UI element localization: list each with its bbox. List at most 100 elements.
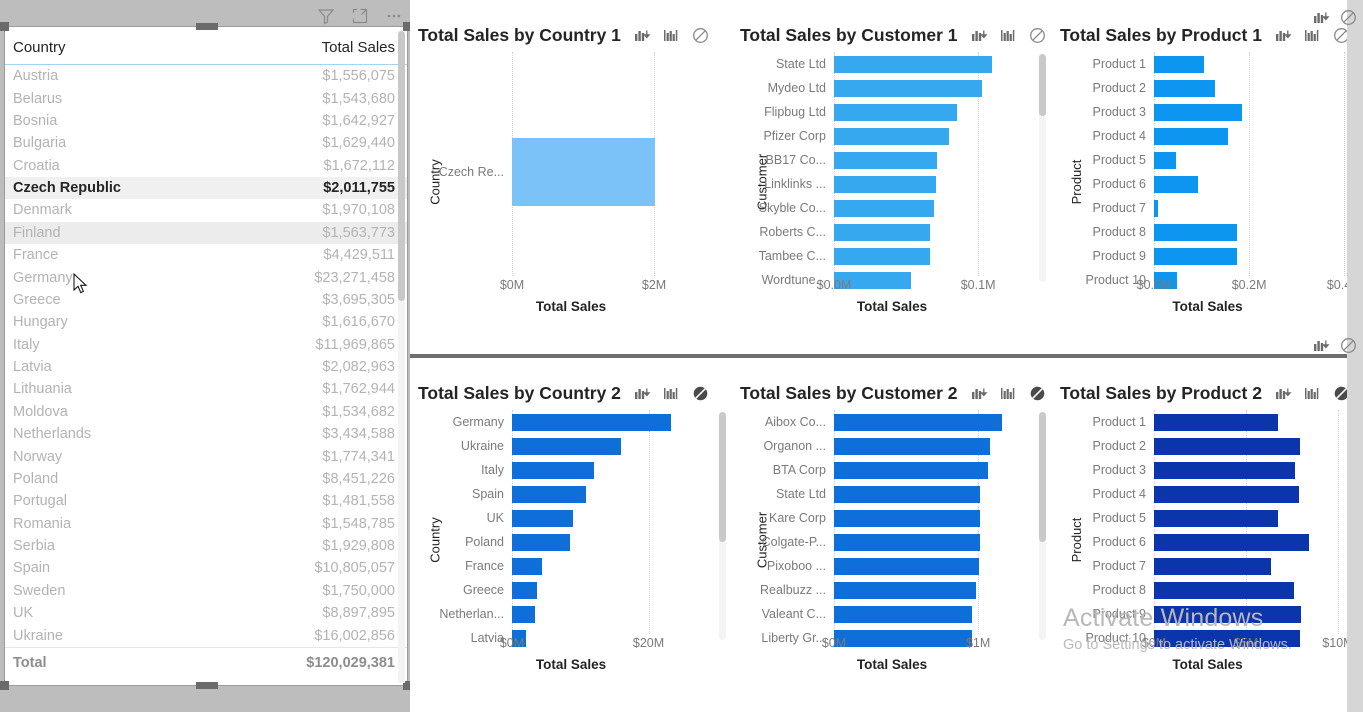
bar-row[interactable]: Product 3 bbox=[1052, 458, 1347, 482]
bar[interactable] bbox=[834, 437, 991, 455]
table-row[interactable]: Finland $1,563,773 bbox=[5, 221, 407, 244]
chart-product2[interactable]: Total Sales by Product 2 Product Product 1… bbox=[1052, 358, 1363, 712]
bar[interactable] bbox=[834, 461, 989, 479]
bar[interactable] bbox=[834, 509, 980, 527]
bar-row[interactable]: Greece bbox=[410, 578, 716, 602]
table-row[interactable]: Bosnia $1,642,927 bbox=[5, 110, 407, 132]
table-row[interactable]: Sweden $1,750,000 bbox=[5, 580, 407, 602]
expand-all-icon[interactable] bbox=[999, 384, 1018, 403]
bar-row[interactable]: Product 8 bbox=[1052, 578, 1347, 602]
chart-country1[interactable]: Total Sales by Country 1 Country Czech Re.… bbox=[410, 0, 732, 354]
bar[interactable] bbox=[834, 605, 972, 623]
table-row[interactable]: Poland $8,451,226 bbox=[5, 468, 407, 490]
drill-down-icon[interactable] bbox=[1312, 336, 1331, 355]
expand-all-icon[interactable] bbox=[999, 26, 1018, 45]
bar-row[interactable]: Mydeo Ltd bbox=[732, 76, 1036, 100]
bar[interactable] bbox=[1154, 175, 1199, 193]
bar[interactable] bbox=[834, 79, 982, 97]
bar[interactable] bbox=[834, 199, 935, 217]
drill-down-icon[interactable] bbox=[1274, 384, 1293, 403]
table-row[interactable]: Denmark $1,970,108 bbox=[5, 199, 407, 221]
bar[interactable] bbox=[834, 247, 930, 265]
expand-all-icon[interactable] bbox=[1303, 384, 1322, 403]
bar-row[interactable]: Ukraine bbox=[410, 434, 716, 458]
bar-row[interactable]: Organon ... bbox=[732, 434, 1036, 458]
bar[interactable] bbox=[512, 557, 543, 575]
table-row[interactable]: Bulgaria $1,629,440 bbox=[5, 132, 407, 154]
bar[interactable] bbox=[834, 55, 992, 73]
table-row[interactable]: Moldova $1,534,682 bbox=[5, 401, 407, 423]
table-row[interactable]: Greece $3,695,305 bbox=[5, 289, 407, 311]
expand-all-icon[interactable] bbox=[662, 26, 681, 45]
clear-drill-icon[interactable] bbox=[1028, 384, 1047, 403]
table-row[interactable]: Latvia $2,082,963 bbox=[5, 356, 407, 378]
table-row[interactable]: Italy $11,969,865 bbox=[5, 334, 407, 356]
table-row[interactable]: Netherlands $3,434,588 bbox=[5, 423, 407, 445]
drill-down-icon[interactable] bbox=[1274, 26, 1293, 45]
table-vertical-scrollbar[interactable] bbox=[398, 31, 405, 683]
expand-all-icon[interactable] bbox=[662, 384, 681, 403]
bar-row[interactable]: Product 2 bbox=[1052, 76, 1347, 100]
bar[interactable] bbox=[834, 581, 976, 599]
bar-row[interactable]: Product 3 bbox=[1052, 100, 1347, 124]
chart-customer2[interactable]: Total Sales by Customer 2 Customer Aibox C… bbox=[732, 358, 1052, 712]
bar[interactable] bbox=[1154, 509, 1279, 527]
table-row[interactable]: UK $8,897,895 bbox=[5, 602, 407, 624]
bar[interactable] bbox=[1154, 413, 1279, 431]
clear-drill-icon[interactable] bbox=[1339, 336, 1358, 355]
bar[interactable] bbox=[834, 557, 979, 575]
bar-row[interactable]: Product 2 bbox=[1052, 434, 1347, 458]
scrollbar-thumb[interactable] bbox=[719, 412, 726, 542]
bar-row[interactable]: Linklinks ... bbox=[732, 172, 1036, 196]
focus-mode-icon[interactable] bbox=[350, 6, 370, 26]
bar-row[interactable]: Roberts C... bbox=[732, 220, 1036, 244]
bar[interactable] bbox=[1154, 461, 1295, 479]
bar[interactable] bbox=[1154, 581, 1294, 599]
bar[interactable] bbox=[834, 413, 1002, 431]
scrollbar-thumb[interactable] bbox=[398, 31, 405, 301]
bar-row[interactable]: Product 4 bbox=[1052, 124, 1347, 148]
bar[interactable] bbox=[512, 581, 538, 599]
bar-row[interactable]: Tambee C... bbox=[732, 244, 1036, 268]
more-options-icon[interactable] bbox=[384, 6, 404, 26]
bar[interactable] bbox=[512, 533, 570, 551]
bar-row[interactable]: Product 6 bbox=[1052, 530, 1347, 554]
scrollbar-thumb[interactable] bbox=[1039, 412, 1046, 542]
bar-row[interactable]: Product 8 bbox=[1052, 220, 1347, 244]
resize-handle-top-middle[interactable] bbox=[196, 23, 218, 30]
column-header-country[interactable]: Country bbox=[5, 27, 220, 65]
chart-vertical-scrollbar[interactable] bbox=[1039, 54, 1046, 282]
table-row[interactable]: Austria $1,556,075 bbox=[5, 65, 407, 88]
resize-handle-bottom-left[interactable] bbox=[0, 681, 9, 690]
table-row[interactable]: Hungary $1,616,670 bbox=[5, 311, 407, 333]
table-row[interactable]: Belarus $1,543,680 bbox=[5, 87, 407, 109]
bar[interactable] bbox=[512, 605, 536, 623]
bar[interactable] bbox=[1154, 151, 1177, 169]
bar-row[interactable]: State Ltd bbox=[732, 482, 1036, 506]
column-header-total-sales[interactable]: Total Sales bbox=[219, 27, 407, 65]
bar[interactable] bbox=[834, 127, 949, 145]
bar-row[interactable]: Product 5 bbox=[1052, 148, 1347, 172]
bar[interactable] bbox=[834, 175, 936, 193]
bar-row[interactable]: Pfizer Corp bbox=[732, 124, 1036, 148]
bar[interactable] bbox=[1154, 485, 1300, 503]
bar-row[interactable]: Kare Corp bbox=[732, 506, 1036, 530]
bar-row[interactable]: Skyble Co... bbox=[732, 196, 1036, 220]
bar-row[interactable]: Product 1 bbox=[1052, 52, 1347, 76]
expand-all-icon[interactable] bbox=[1303, 26, 1322, 45]
drill-down-icon[interactable] bbox=[970, 26, 989, 45]
bar-row[interactable]: Colgate-P... bbox=[732, 530, 1036, 554]
bar[interactable] bbox=[1154, 437, 1301, 455]
bar-row[interactable]: Realbuzz ... bbox=[732, 578, 1036, 602]
bar-row[interactable]: Netherlan... bbox=[410, 602, 716, 626]
resize-handle-top-left[interactable] bbox=[0, 22, 9, 31]
table-row[interactable]: Croatia $1,672,112 bbox=[5, 155, 407, 177]
bar[interactable] bbox=[834, 485, 981, 503]
scrollbar-thumb[interactable] bbox=[1039, 54, 1046, 116]
bar-row[interactable]: BB17 Co... bbox=[732, 148, 1036, 172]
bar-row[interactable]: Poland bbox=[410, 530, 716, 554]
bar-row[interactable]: Germany bbox=[410, 410, 716, 434]
table-row[interactable]: Portugal $1,481,558 bbox=[5, 490, 407, 512]
drill-down-icon[interactable] bbox=[633, 384, 652, 403]
bar-row[interactable]: Product 5 bbox=[1052, 506, 1347, 530]
